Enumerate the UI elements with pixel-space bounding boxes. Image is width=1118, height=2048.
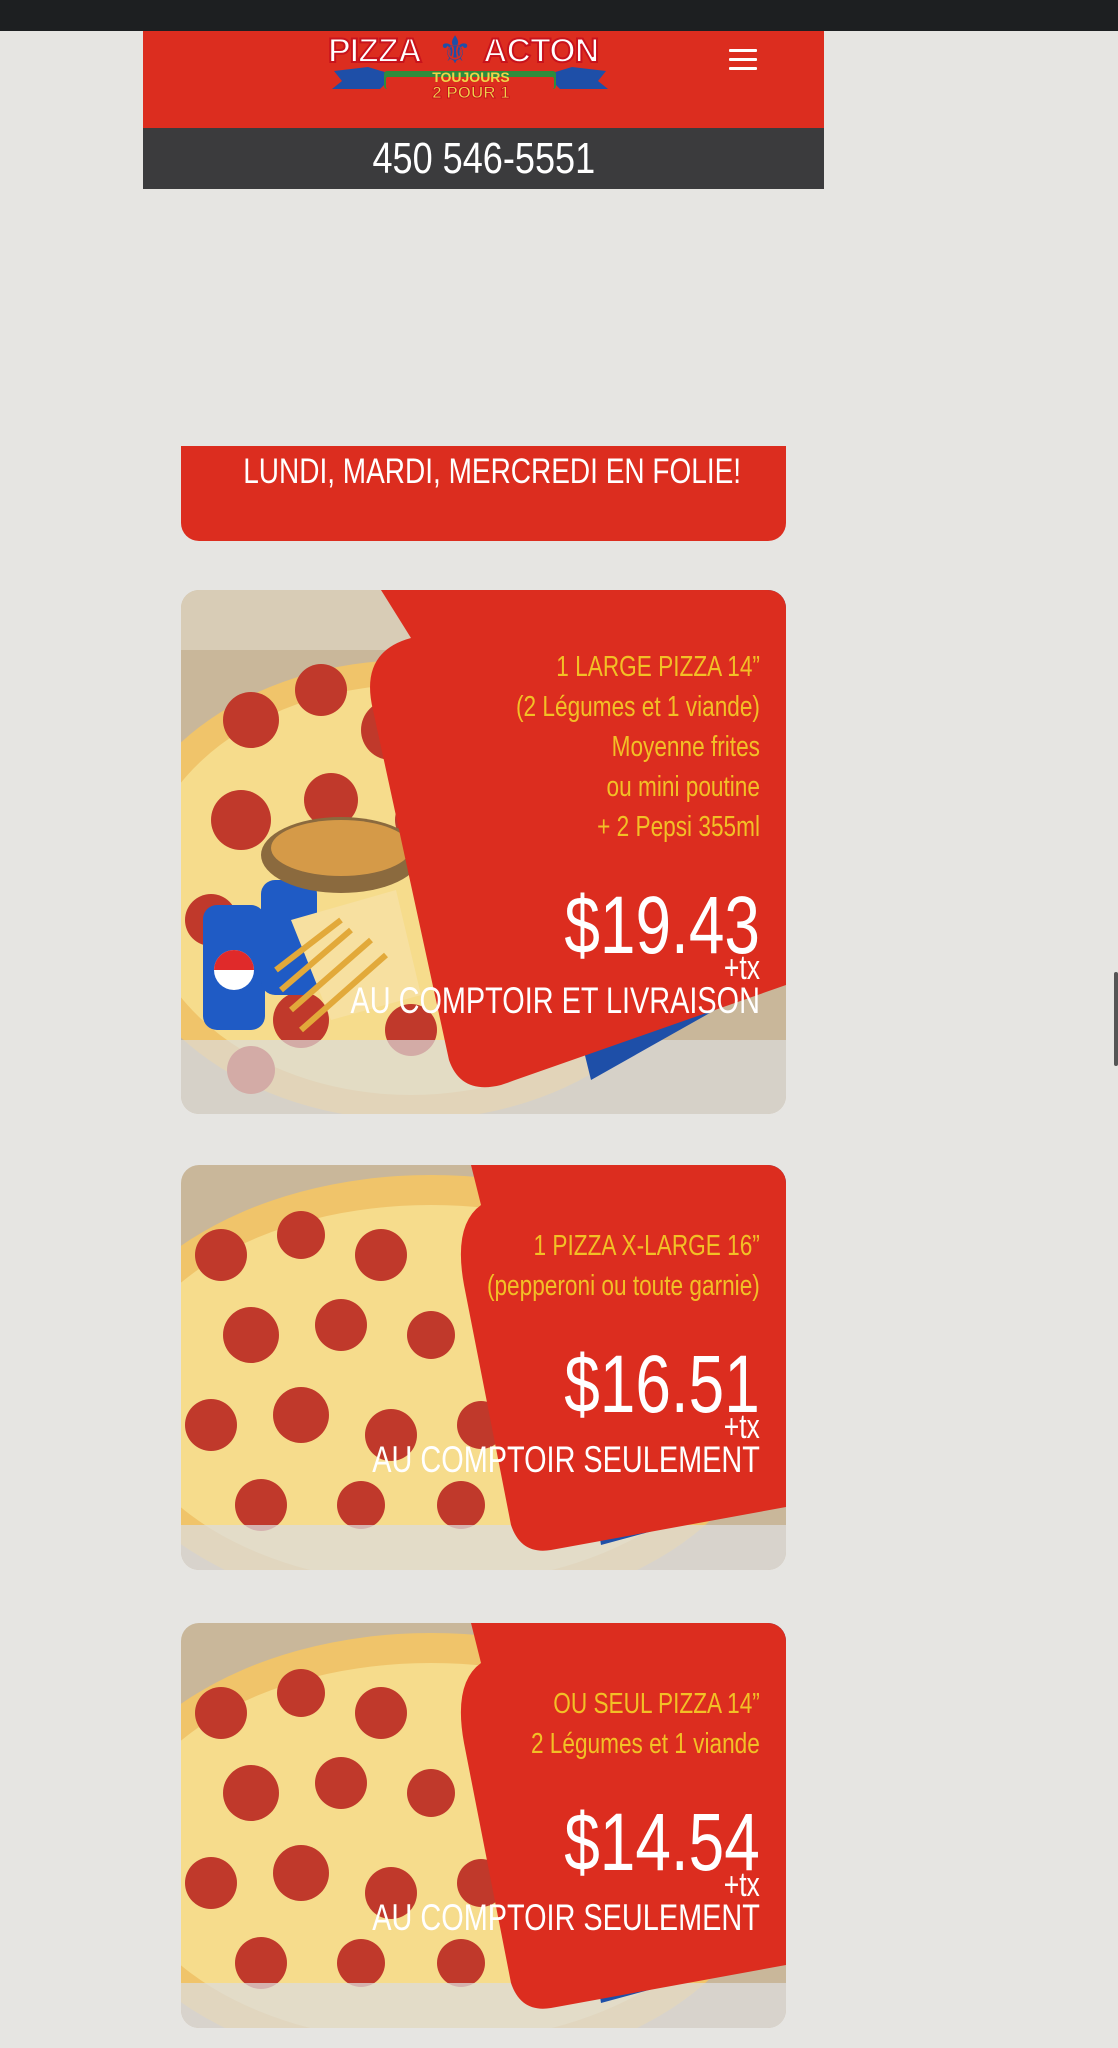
offer-3-tax: +tx xyxy=(723,1866,760,1904)
offer-1-line-3: Moyenne frites xyxy=(611,731,760,763)
offer-1-mode: AU COMPTOIR ET LIVRAISON xyxy=(350,980,760,1021)
site-header: PIZZA ⚜ ACTON TOUJOURS 2 POUR 1 xyxy=(143,31,824,128)
offer-2-line-2: (pepperoni ou toute garnie) xyxy=(487,1270,760,1302)
promo-banner: LUNDI, MARDI, MERCREDI EN FOLIE! xyxy=(181,446,786,541)
offer-3-line-1: OU SEUL PIZZA 14” xyxy=(553,1688,760,1720)
phone-number-link[interactable]: 450 546-5551 xyxy=(372,128,595,189)
offer-2-mode: AU COMPTOIR SEULEMENT xyxy=(372,1439,760,1480)
offer-card-3[interactable]: OU SEUL PIZZA 14” 2 Légumes et 1 viande … xyxy=(181,1623,786,2028)
offer-1-line-5: + 2 Pepsi 355ml xyxy=(597,811,760,843)
offer-card-1-text: 1 LARGE PIZZA 14” (2 Légumes et 1 viande… xyxy=(235,647,760,1021)
offer-1-line-4: ou mini poutine xyxy=(606,771,760,803)
promo-banner-text: LUNDI, MARDI, MERCREDI EN FOLIE! xyxy=(243,452,742,491)
offer-2-line-1: 1 PIZZA X-LARGE 16” xyxy=(533,1230,760,1262)
offer-card-2-text: 1 PIZZA X-LARGE 16” (pepperoni ou toute … xyxy=(263,1226,760,1480)
scrollbar-handle[interactable] xyxy=(1114,972,1118,1066)
offer-2-tax: +tx xyxy=(723,1408,760,1446)
offer-card-2[interactable]: 1 PIZZA X-LARGE 16” (pepperoni ou toute … xyxy=(181,1165,786,1570)
logo-word-acton: ACTON xyxy=(482,31,600,71)
offer-card-1[interactable]: 1 LARGE PIZZA 14” (2 Légumes et 1 viande… xyxy=(181,590,786,1114)
offer-1-line-2: (2 Légumes et 1 viande) xyxy=(516,691,760,723)
offer-card-3-text: OU SEUL PIZZA 14” 2 Légumes et 1 viande … xyxy=(263,1684,760,1938)
hamburger-menu-icon[interactable] xyxy=(729,49,757,73)
offer-3-line-2: 2 Légumes et 1 viande xyxy=(531,1728,760,1760)
pizza-acton-logo[interactable]: PIZZA ⚜ ACTON TOUJOURS 2 POUR 1 xyxy=(327,30,612,103)
browser-top-bar xyxy=(0,0,1118,31)
logo-ribbon-bottom: 2 POUR 1 xyxy=(432,83,510,102)
offer-3-mode: AU COMPTOIR SEULEMENT xyxy=(372,1897,760,1938)
phone-bar: 450 546-5551 xyxy=(143,128,824,189)
fleur-de-lis-icon: ⚜ xyxy=(437,30,473,72)
offer-1-line-1: 1 LARGE PIZZA 14” xyxy=(556,651,760,683)
logo-word-pizza: PIZZA xyxy=(327,31,423,71)
logo-ribbon-top: TOUJOURS xyxy=(432,69,510,85)
offer-1-tax: +tx xyxy=(723,949,760,987)
